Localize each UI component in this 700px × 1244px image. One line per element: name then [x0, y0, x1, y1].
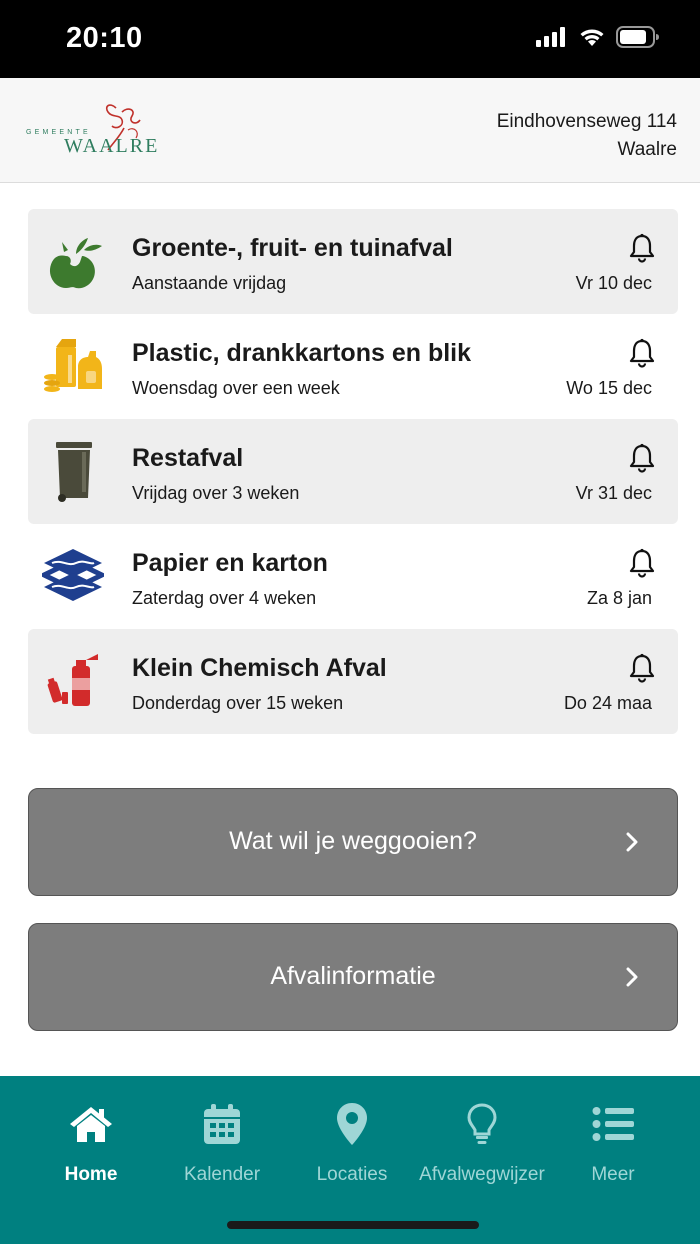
waste-subtitle: Vrijdag over 3 weken — [132, 483, 300, 503]
status-icons — [536, 26, 660, 48]
waste-item-restafval[interactable]: Restafval Vrijdag over 3 weken Vr 31 dec — [28, 419, 678, 524]
waste-date: Do 24 maa — [563, 693, 652, 713]
tab-locaties[interactable]: Locaties — [287, 1100, 417, 1186]
calendar-icon — [204, 1104, 240, 1144]
bell-icon[interactable] — [628, 338, 656, 368]
home-icon — [70, 1107, 112, 1142]
bell-icon[interactable] — [628, 548, 656, 578]
button-label: Wat wil je weggooien? — [229, 827, 477, 855]
container-bin-icon — [40, 439, 106, 505]
waste-title: Papier en karton — [132, 549, 328, 577]
waste-subtitle: Woensdag over een week — [132, 378, 340, 398]
address-street: Eindhovenseweg 114 — [496, 111, 677, 132]
what-to-throw-away-button[interactable]: Wat wil je weggooien? — [28, 788, 678, 896]
waste-subtitle: Aanstaande vrijdag — [132, 273, 287, 293]
waste-date: Vr 10 dec — [575, 273, 652, 293]
tab-label: Meer — [591, 1164, 635, 1185]
waste-date: Wo 15 dec — [566, 378, 652, 398]
lightbulb-icon — [467, 1103, 497, 1144]
home-indicator[interactable] — [227, 1221, 479, 1229]
status-time: 20:10 — [66, 22, 143, 54]
tab-afvalwegwijzer[interactable]: Afvalwegwijzer — [417, 1100, 547, 1186]
address-city: Waalre — [617, 139, 677, 160]
location-pin-icon — [337, 1103, 367, 1145]
waste-subtitle: Donderdag over 15 weken — [132, 693, 344, 713]
wifi-icon — [580, 29, 604, 46]
bell-icon[interactable] — [628, 233, 656, 263]
bottom-tab-bar: Home Kalender Locaties Afvalwegwijzer Me… — [0, 1076, 700, 1244]
gft-apple-icon — [40, 229, 106, 295]
signal-icon — [536, 27, 565, 47]
chevron-right-icon — [626, 967, 638, 987]
tab-meer[interactable]: Meer — [548, 1100, 678, 1186]
waste-schedule-list: Groente-, fruit- en tuinafval Aanstaande… — [28, 209, 678, 734]
waste-item-papier[interactable]: Papier en karton Zaterdag over 4 weken Z… — [28, 524, 678, 629]
bell-icon[interactable] — [628, 443, 656, 473]
waste-item-plastic[interactable]: Plastic, drankkartons en blik Woensdag o… — [28, 314, 678, 419]
battery-icon — [616, 26, 659, 48]
waste-date: Za 8 jan — [586, 588, 652, 608]
plastic-bottles-icon — [40, 334, 106, 400]
tab-label: Home — [64, 1164, 118, 1185]
status-bar: 20:10 — [0, 0, 700, 78]
waste-title: Plastic, drankkartons en blik — [132, 339, 472, 367]
address[interactable]: Eindhovenseweg 114 Waalre — [497, 108, 677, 164]
waste-subtitle: Zaterdag over 4 weken — [132, 588, 317, 608]
waste-item-kca[interactable]: Klein Chemisch Afval Donderdag over 15 w… — [28, 629, 678, 734]
paper-stack-icon — [40, 544, 106, 610]
waste-title: Klein Chemisch Afval — [132, 654, 387, 682]
gemeente-waalre-logo: GEMEENTE WAALRE — [24, 100, 176, 160]
chemical-canisters-icon — [40, 649, 106, 715]
tab-kalender[interactable]: Kalender — [157, 1100, 287, 1186]
list-icon — [592, 1107, 634, 1141]
waste-date: Vr 31 dec — [575, 483, 652, 503]
svg-text:WAALRE: WAALRE — [64, 135, 159, 157]
button-label: Afvalinformatie — [270, 962, 436, 990]
tab-label: Afvalwegwijzer — [419, 1164, 545, 1185]
waste-info-button[interactable]: Afvalinformatie — [28, 923, 678, 1031]
waste-title: Groente-, fruit- en tuinafval — [132, 234, 453, 262]
app-header: GEMEENTE WAALRE Eindhovenseweg 114 Waalr… — [0, 78, 700, 183]
waste-title: Restafval — [132, 444, 244, 472]
bell-icon[interactable] — [628, 653, 656, 683]
tab-label: Kalender — [183, 1164, 261, 1185]
chevron-right-icon — [626, 832, 638, 852]
tab-label: Locaties — [316, 1164, 388, 1185]
tab-home[interactable]: Home — [26, 1100, 156, 1186]
waste-item-gft[interactable]: Groente-, fruit- en tuinafval Aanstaande… — [28, 209, 678, 314]
